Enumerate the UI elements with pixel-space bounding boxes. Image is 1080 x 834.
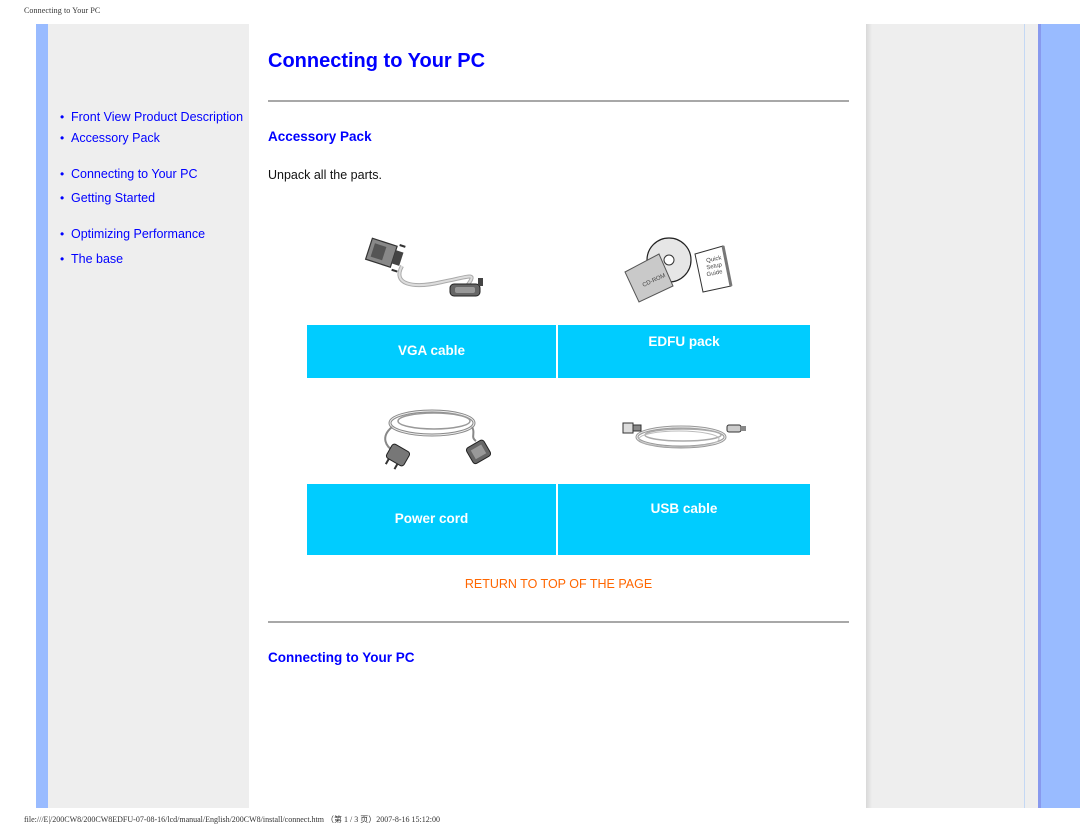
bullet-icon: •: [60, 191, 65, 205]
bullet-icon: •: [60, 131, 65, 145]
right-panel: [872, 24, 1038, 808]
sidebar-link-getting-started[interactable]: Getting Started: [71, 191, 155, 205]
page-header-caption: Connecting to Your PC: [24, 6, 101, 15]
section-title-accessory-pack: Accessory Pack: [268, 129, 372, 144]
right-decorative-strip: [1041, 24, 1080, 808]
label-usb-cable: USB cable: [558, 484, 810, 555]
label-power-cord: Power cord: [307, 484, 556, 555]
return-to-top-link[interactable]: RETURN TO TOP OF THE PAGE: [268, 577, 849, 591]
right-panel-divider: [1024, 24, 1025, 808]
edfu-pack-image: CD-ROM Quick Setup Guide: [558, 224, 810, 314]
sidebar-link-accessory-pack[interactable]: Accessory Pack: [71, 131, 160, 145]
usb-cable-image: [558, 388, 810, 484]
bullet-icon: •: [60, 110, 65, 124]
intro-text: Unpack all the parts.: [268, 168, 382, 182]
sidebar-item-getting-started[interactable]: • Getting Started: [60, 190, 245, 207]
bullet-icon: •: [60, 167, 65, 181]
page-footer-caption: file:///E|/200CW8/200CW8EDFU-07-08-16/lc…: [24, 815, 440, 824]
divider: [268, 100, 849, 102]
sidebar-link-front-view[interactable]: Front View Product Description: [71, 110, 243, 124]
accessory-labels-row-2: Power cord USB cable: [307, 484, 810, 555]
page-title: Connecting to Your PC: [268, 50, 486, 72]
power-cord-image: [307, 388, 557, 484]
accessory-labels-row-1: VGA cable EDFU pack: [307, 325, 810, 378]
section-title-connecting: Connecting to Your PC: [268, 650, 415, 665]
sidebar-item-optimizing[interactable]: • Optimizing Performance: [60, 226, 245, 243]
label-vga-cable: VGA cable: [307, 325, 556, 378]
sidebar-nav: • Front View Product Description • Acces…: [60, 109, 245, 268]
vga-cable-image: [307, 224, 557, 314]
left-decorative-strip: [36, 24, 48, 808]
bullet-icon: •: [60, 252, 65, 266]
sidebar-link-optimizing[interactable]: Optimizing Performance: [71, 227, 205, 241]
sidebar-link-the-base[interactable]: The base: [71, 252, 123, 266]
sidebar-item-connecting[interactable]: • Connecting to Your PC: [60, 166, 245, 183]
sidebar-item-front-view[interactable]: • Front View Product Description: [60, 109, 245, 126]
sidebar-link-connecting[interactable]: Connecting to Your PC: [71, 167, 197, 181]
sidebar-item-accessory-pack[interactable]: • Accessory Pack: [60, 130, 245, 147]
label-edfu-pack: EDFU pack: [558, 325, 810, 378]
divider: [268, 621, 849, 623]
bullet-icon: •: [60, 227, 65, 241]
sidebar-item-the-base[interactable]: • The base: [60, 251, 245, 268]
